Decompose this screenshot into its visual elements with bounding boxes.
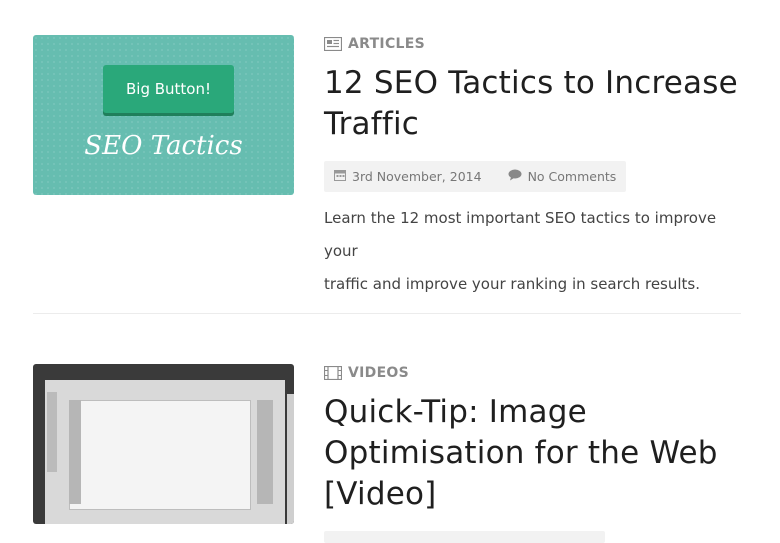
post-thumbnail[interactable]: 12 SEO Tactics [33,35,294,195]
film-icon [324,366,342,380]
canvas-margin-left [69,400,81,504]
comment-icon [508,169,522,184]
category-label: ARTICLES [348,36,425,52]
post-content: ARTICLES 12 SEO Tactics to Increase Traf… [324,35,754,301]
excerpt-line: traffic and improve your ranking in sear… [324,275,701,293]
comments-link[interactable]: No Comments [528,169,617,184]
post-title-line: Traffic [324,106,420,142]
canvas-margin-right [257,400,273,504]
category-label: VIDEOS [348,365,410,381]
editor-canvas [69,400,251,510]
post-title-line: Quick-Tip: Image [324,394,587,430]
post-title-line: Optimisation for the Web [324,435,718,471]
calendar-icon [334,169,346,184]
post-title[interactable]: Quick-Tip: Image Optimisation for the We… [324,392,754,515]
post-meta [324,531,605,543]
post-content: VIDEOS Quick-Tip: Image Optimisation for… [324,364,754,515]
post-excerpt: Learn the 12 most important SEO tactics … [324,202,754,301]
post-date: 3rd November, 2014 [352,169,482,184]
excerpt-line: Learn the 12 most important SEO tactics … [324,209,717,260]
tool-palette [47,392,57,472]
post-title[interactable]: 12 SEO Tactics to Increase Traffic [324,63,754,145]
post-title-line: 12 SEO Tactics to Increase [324,65,738,101]
settings-panel [287,394,294,524]
post-category[interactable]: VIDEOS [324,364,754,382]
newspaper-icon [324,37,342,51]
thumbnail-caption: SEO Tactics [84,131,243,161]
big-button-preview: Big Button! [103,65,234,113]
post-meta: 3rd November, 2014 No Comments [324,161,627,192]
post-title-line: [Video] [324,476,437,512]
post-divider [33,313,741,314]
post-thumbnail[interactable] [33,364,294,524]
post-category[interactable]: ARTICLES [324,35,754,53]
